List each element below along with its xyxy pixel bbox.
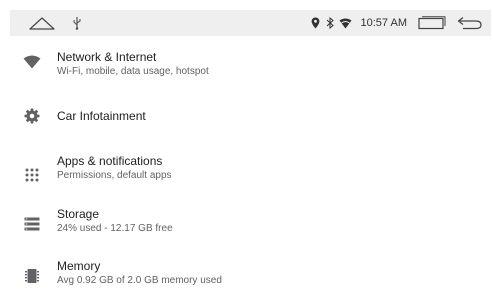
settings-item-subtitle: Avg 0.92 GB of 2.0 GB memory used xyxy=(57,275,222,286)
wifi-icon xyxy=(22,52,42,72)
settings-item-subtitle: Wi-Fi, mobile, data usage, hotspot xyxy=(57,66,209,77)
back-icon[interactable] xyxy=(455,10,485,36)
home-icon[interactable] xyxy=(26,10,58,36)
settings-item-storage[interactable]: Storage 24% used - 12.17 GB free xyxy=(10,200,491,252)
status-bar: 10:57 AM xyxy=(10,10,491,36)
settings-item-subtitle: Permissions, default apps xyxy=(57,170,172,181)
settings-item-memory[interactable]: Memory Avg 0.92 GB of 2.0 GB memory used xyxy=(10,252,491,304)
settings-list: Network & Internet Wi-Fi, mobile, data u… xyxy=(10,36,491,289)
memory-icon xyxy=(22,266,42,286)
storage-icon xyxy=(22,214,42,234)
gear-icon xyxy=(22,106,42,126)
settings-item-title: Apps & notifications xyxy=(57,154,163,168)
bluetooth-icon xyxy=(325,10,335,36)
settings-item-title: Network & Internet xyxy=(57,50,157,64)
location-icon xyxy=(311,10,321,36)
settings-item-car-infotainment[interactable]: Car Infotainment xyxy=(10,92,491,144)
usb-icon xyxy=(70,10,84,36)
clock-time: 10:57 AM xyxy=(360,17,407,29)
settings-item-apps[interactable]: Apps & notifications Permissions, defaul… xyxy=(10,148,491,200)
settings-item-network[interactable]: Network & Internet Wi-Fi, mobile, data u… xyxy=(10,36,491,88)
apps-grid-icon xyxy=(22,165,42,185)
wifi-signal-icon xyxy=(339,10,353,36)
settings-item-title: Car Infotainment xyxy=(57,109,146,123)
settings-item-title: Memory xyxy=(57,259,101,273)
settings-item-title: Storage xyxy=(57,207,100,221)
settings-item-subtitle: 24% used - 12.17 GB free xyxy=(57,223,173,234)
recents-icon[interactable] xyxy=(417,10,447,36)
